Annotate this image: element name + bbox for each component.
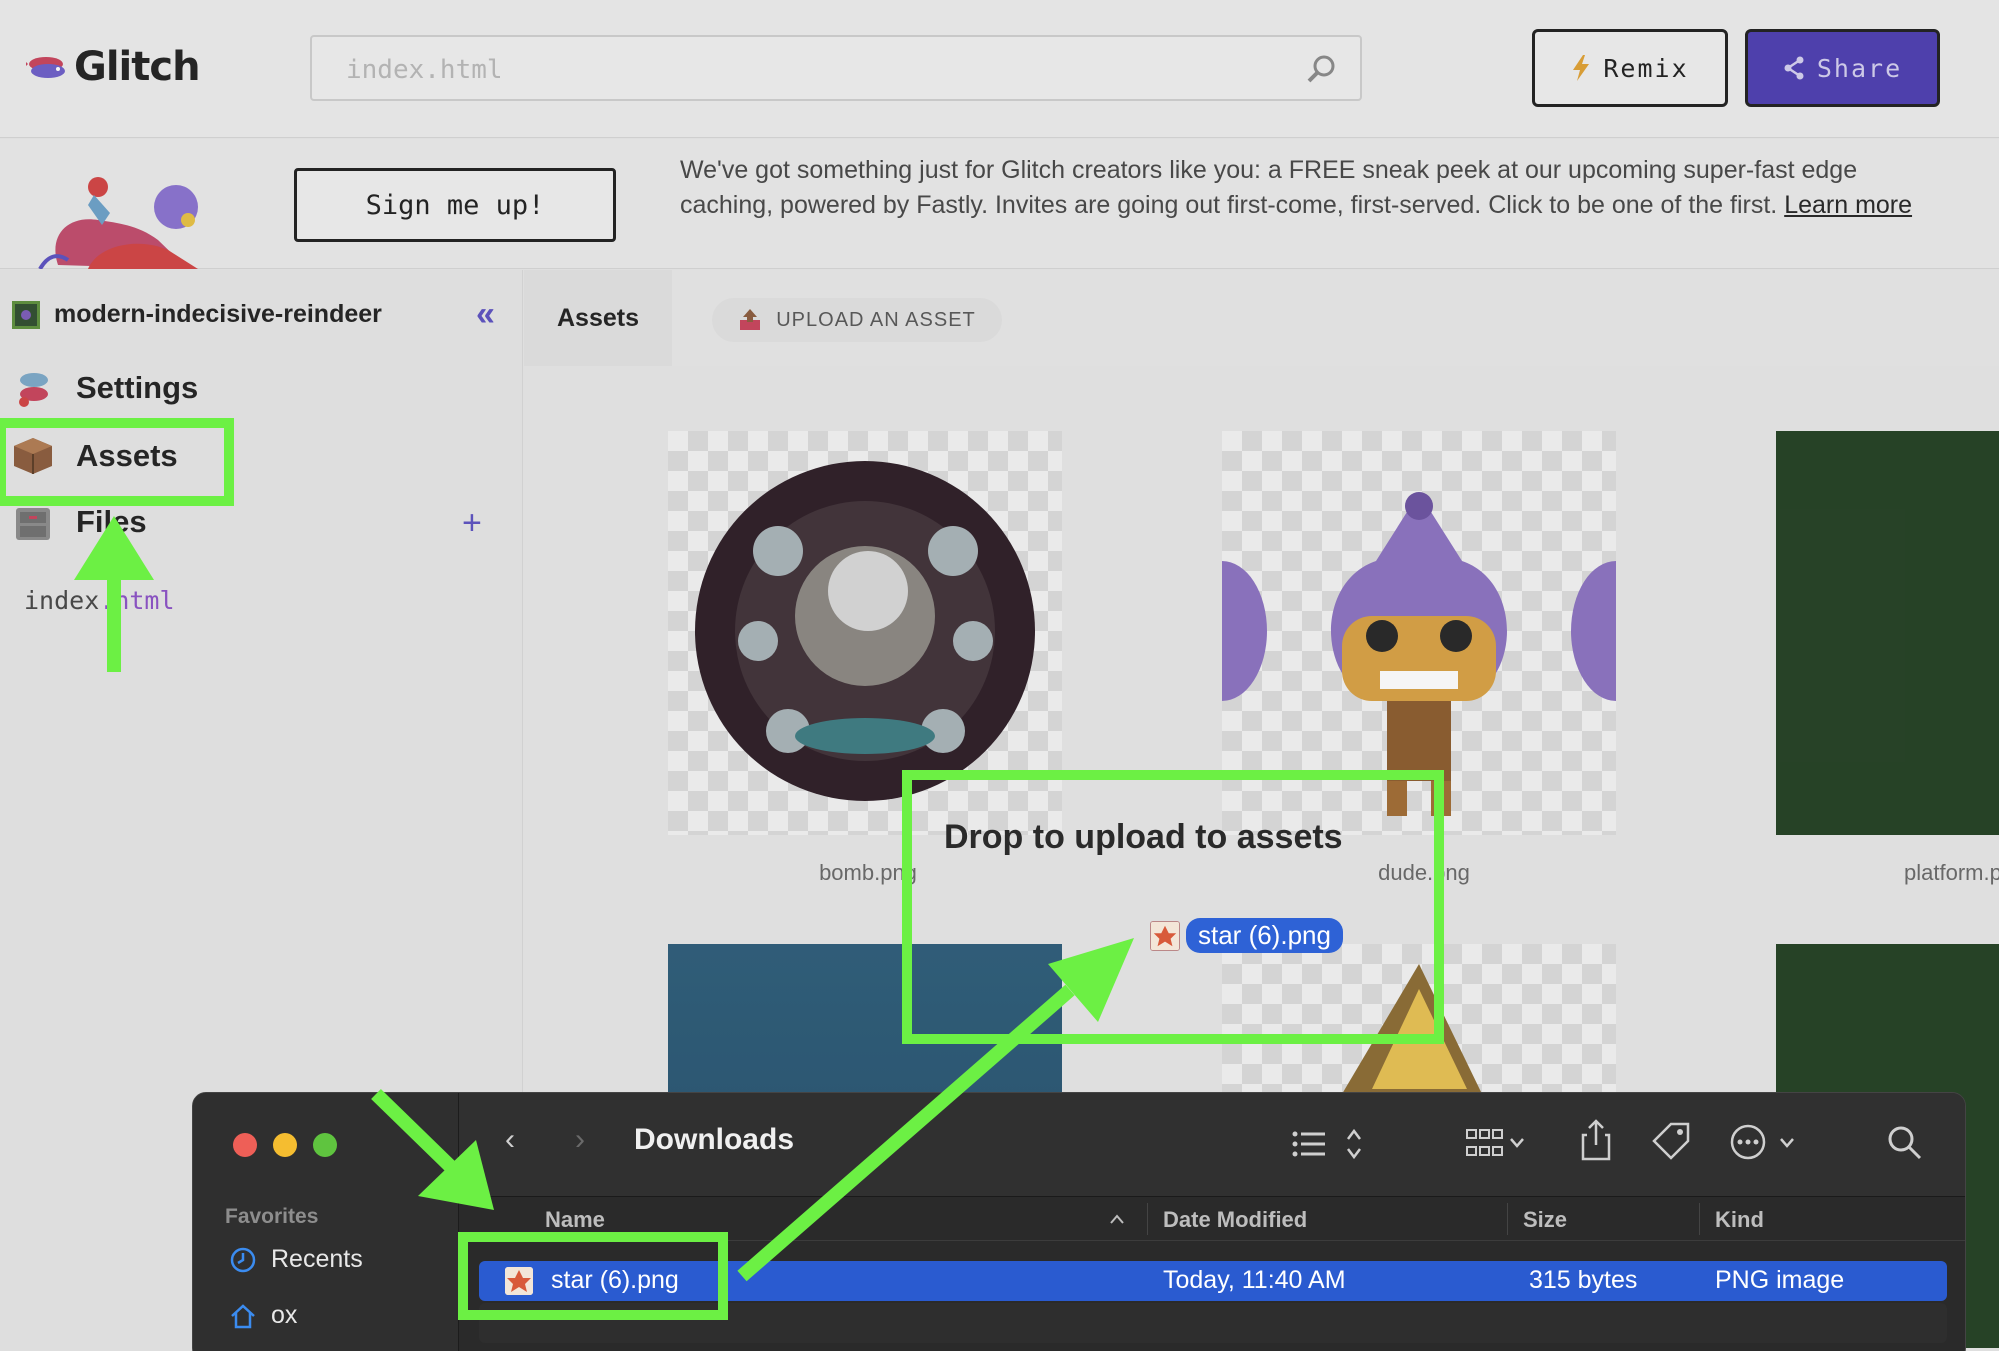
list-view-icon[interactable] bbox=[1291, 1127, 1331, 1161]
column-divider[interactable] bbox=[1507, 1203, 1508, 1235]
upload-asset-label: UPLOAD AN ASSET bbox=[776, 308, 976, 331]
file-extension: .html bbox=[99, 586, 175, 615]
asset-thumbnail-platform[interactable] bbox=[1776, 431, 1999, 835]
tab-assets[interactable]: Assets bbox=[524, 270, 672, 366]
glitch-logo[interactable]: Glitch bbox=[26, 44, 201, 90]
sidebar-item-label: Assets bbox=[76, 438, 178, 473]
share-button-label: Share bbox=[1816, 53, 1903, 83]
learn-more-link[interactable]: Learn more bbox=[1784, 191, 1912, 219]
home-icon bbox=[231, 1303, 255, 1328]
lightning-icon bbox=[1573, 55, 1590, 81]
column-date-modified[interactable]: Date Modified bbox=[1163, 1207, 1307, 1233]
dragged-file-name: star (6).png bbox=[1186, 918, 1343, 953]
finder-sidebar: Favorites Recents ox bbox=[193, 1093, 459, 1351]
banner-message: We've got something just for Glitch crea… bbox=[680, 153, 1940, 223]
close-window-button[interactable] bbox=[233, 1133, 257, 1157]
project-name: modern-indecisive-reindeer bbox=[54, 300, 382, 328]
sidebar-item-settings[interactable]: Settings bbox=[12, 368, 198, 408]
sidebar-item-files[interactable]: Files bbox=[12, 502, 147, 542]
share-icon[interactable] bbox=[1581, 1119, 1611, 1161]
finder-folder-title: Downloads bbox=[634, 1123, 795, 1156]
search-input-value: index.html bbox=[346, 55, 503, 85]
dude-image bbox=[1222, 492, 1616, 816]
asset-thumbnail-bomb[interactable] bbox=[668, 431, 1062, 835]
zoom-window-button[interactable] bbox=[313, 1133, 337, 1157]
minimize-window-button[interactable] bbox=[273, 1133, 297, 1157]
forward-icon[interactable]: › bbox=[575, 1123, 585, 1157]
file-date-cell: Today, 11:40 AM bbox=[1163, 1266, 1346, 1294]
finder-column-header: Name Date Modified Size Kind bbox=[459, 1197, 1965, 1241]
project-header[interactable]: modern-indecisive-reindeer bbox=[12, 300, 382, 329]
sort-arrows-icon[interactable] bbox=[1345, 1125, 1363, 1163]
asset-caption: bomb.png bbox=[819, 860, 917, 885]
finder-window: Favorites Recents ox ‹ › Downloads Name bbox=[192, 1092, 1966, 1351]
file-kind-cell: PNG image bbox=[1715, 1266, 1845, 1294]
remix-button[interactable]: Remix bbox=[1532, 29, 1728, 107]
clock-icon bbox=[230, 1247, 256, 1272]
share-icon bbox=[1784, 56, 1804, 80]
asset-caption: platform.png bbox=[1904, 860, 1999, 885]
promo-banner: Sign me up! We've got something just for… bbox=[0, 139, 1999, 269]
back-icon[interactable]: ‹ bbox=[505, 1123, 515, 1157]
column-name[interactable]: Name bbox=[545, 1207, 605, 1233]
column-kind[interactable]: Kind bbox=[1715, 1207, 1764, 1233]
column-size[interactable]: Size bbox=[1523, 1207, 1567, 1233]
banner-message-text: We've got something just for Glitch crea… bbox=[680, 156, 1858, 219]
asset-caption: dude.png bbox=[1378, 860, 1470, 885]
file-name-cell: star (6).png bbox=[551, 1266, 679, 1294]
glitch-topbar: Glitch index.html Remix Share bbox=[0, 0, 1999, 138]
png-file-icon bbox=[1150, 920, 1180, 951]
chevron-down-icon[interactable] bbox=[1509, 1137, 1525, 1149]
glitch-logo-text: Glitch bbox=[74, 44, 201, 90]
asset-thumbnail-dude[interactable] bbox=[1222, 431, 1616, 835]
upload-icon bbox=[740, 309, 761, 330]
share-button[interactable]: Share bbox=[1745, 29, 1940, 107]
search-icon[interactable] bbox=[1887, 1125, 1923, 1161]
settings-fish-icon bbox=[19, 373, 48, 407]
more-actions-icon[interactable] bbox=[1729, 1123, 1767, 1161]
file-row-star[interactable]: star (6).png Today, 11:40 AM 315 bytes P… bbox=[479, 1261, 1947, 1301]
drop-to-upload-title: Drop to upload to assets bbox=[944, 818, 1343, 856]
chevron-down-icon[interactable] bbox=[1779, 1137, 1795, 1149]
add-file-icon[interactable]: + bbox=[462, 506, 482, 540]
assets-toolbar: Assets UPLOAD AN ASSET bbox=[524, 270, 1999, 366]
creators-illustration bbox=[38, 177, 198, 269]
group-view-icon[interactable] bbox=[1465, 1127, 1503, 1161]
glitch-fish-icon bbox=[26, 57, 65, 78]
search-icon[interactable] bbox=[1306, 53, 1338, 85]
file-index-html[interactable]: index.html bbox=[24, 586, 175, 615]
png-file-icon bbox=[505, 1267, 533, 1295]
bomb-image bbox=[695, 461, 1035, 801]
upload-asset-button[interactable]: UPLOAD AN ASSET bbox=[712, 298, 1002, 342]
column-divider[interactable] bbox=[1147, 1203, 1148, 1235]
file-name: index bbox=[24, 586, 100, 615]
file-cabinet-icon bbox=[16, 508, 50, 540]
file-size-cell: 315 bytes bbox=[1529, 1266, 1638, 1294]
box-icon bbox=[14, 438, 52, 474]
sidebar-item-label: ox bbox=[271, 1301, 298, 1329]
empty-row bbox=[479, 1303, 1947, 1343]
sidebar-item-label: Recents bbox=[271, 1245, 363, 1273]
sidebar-item-home[interactable]: ox bbox=[229, 1301, 297, 1330]
sign-up-button[interactable]: Sign me up! bbox=[294, 168, 616, 242]
search-input[interactable]: index.html bbox=[310, 35, 1362, 101]
column-divider[interactable] bbox=[1699, 1203, 1700, 1235]
dragged-file-ghost[interactable]: star (6).png bbox=[1150, 918, 1343, 953]
sidebar-item-assets[interactable]: Assets bbox=[12, 436, 178, 476]
tag-icon[interactable] bbox=[1651, 1121, 1691, 1161]
sidebar-item-label: Files bbox=[76, 504, 147, 539]
sort-ascending-icon[interactable] bbox=[1109, 1213, 1125, 1225]
project-avatar bbox=[12, 300, 40, 329]
favorites-heading: Favorites bbox=[225, 1205, 319, 1228]
finder-toolbar: ‹ › Downloads bbox=[459, 1093, 1965, 1197]
sidebar-item-recents[interactable]: Recents bbox=[229, 1245, 363, 1274]
sidebar-item-label: Settings bbox=[76, 370, 199, 405]
collapse-sidebar-icon[interactable]: « bbox=[476, 297, 495, 331]
remix-button-label: Remix bbox=[1603, 53, 1689, 83]
